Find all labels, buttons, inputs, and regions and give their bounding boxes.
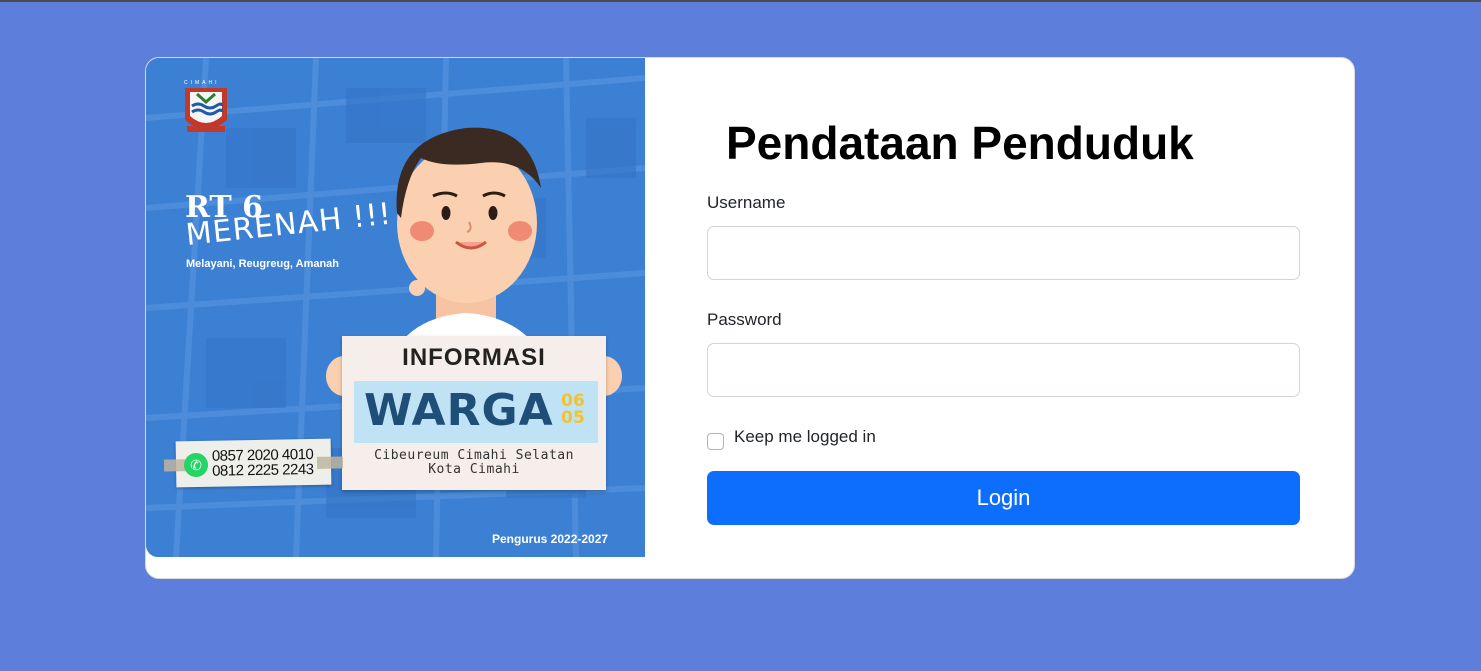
login-button[interactable]: Login (707, 471, 1300, 525)
remember-me-label[interactable]: Keep me logged in (734, 427, 876, 447)
remember-me-checkbox[interactable] (707, 433, 724, 450)
password-input[interactable] (707, 343, 1300, 397)
sign-address-line1: Cibeureum Cimahi Selatan (374, 448, 574, 463)
sign-address-line2: Kota Cimahi (428, 462, 520, 477)
sign-band: WARGA 06 05 (354, 381, 598, 443)
banner-footer: Pengurus 2022-2027 (492, 532, 609, 546)
cimahi-logo (185, 88, 227, 132)
page-title: Pendataan Penduduk (726, 117, 1194, 169)
phone-number: 0812 2225 2243 (211, 460, 314, 480)
tape (316, 456, 344, 469)
sign-heading: INFORMASI (402, 344, 546, 371)
username-label: Username (707, 193, 786, 212)
phone-note: ✆ 0857 2020 4010 0812 2225 2243 (163, 438, 344, 488)
sign-number-bottom: 05 (561, 408, 585, 428)
whatsapp-icon: ✆ (183, 452, 209, 478)
password-label: Password (707, 310, 782, 329)
login-card: CIMAHI RT 6 MERENAH !!! Melayani, Reugre… (145, 57, 1355, 579)
rt-info-banner: CIMAHI RT 6 MERENAH !!! Melayani, Reugre… (146, 58, 645, 557)
info-sign: INFORMASI WARGA 06 05 Cibeureum Cimahi S… (342, 336, 606, 490)
tagline-text: Melayani, Reugreug, Amanah (186, 258, 340, 270)
sign-number: 06 05 (559, 393, 587, 427)
logo-caption: CIMAHI (184, 80, 220, 86)
sign-main-text: WARGA (364, 385, 554, 436)
username-input[interactable] (707, 226, 1300, 280)
